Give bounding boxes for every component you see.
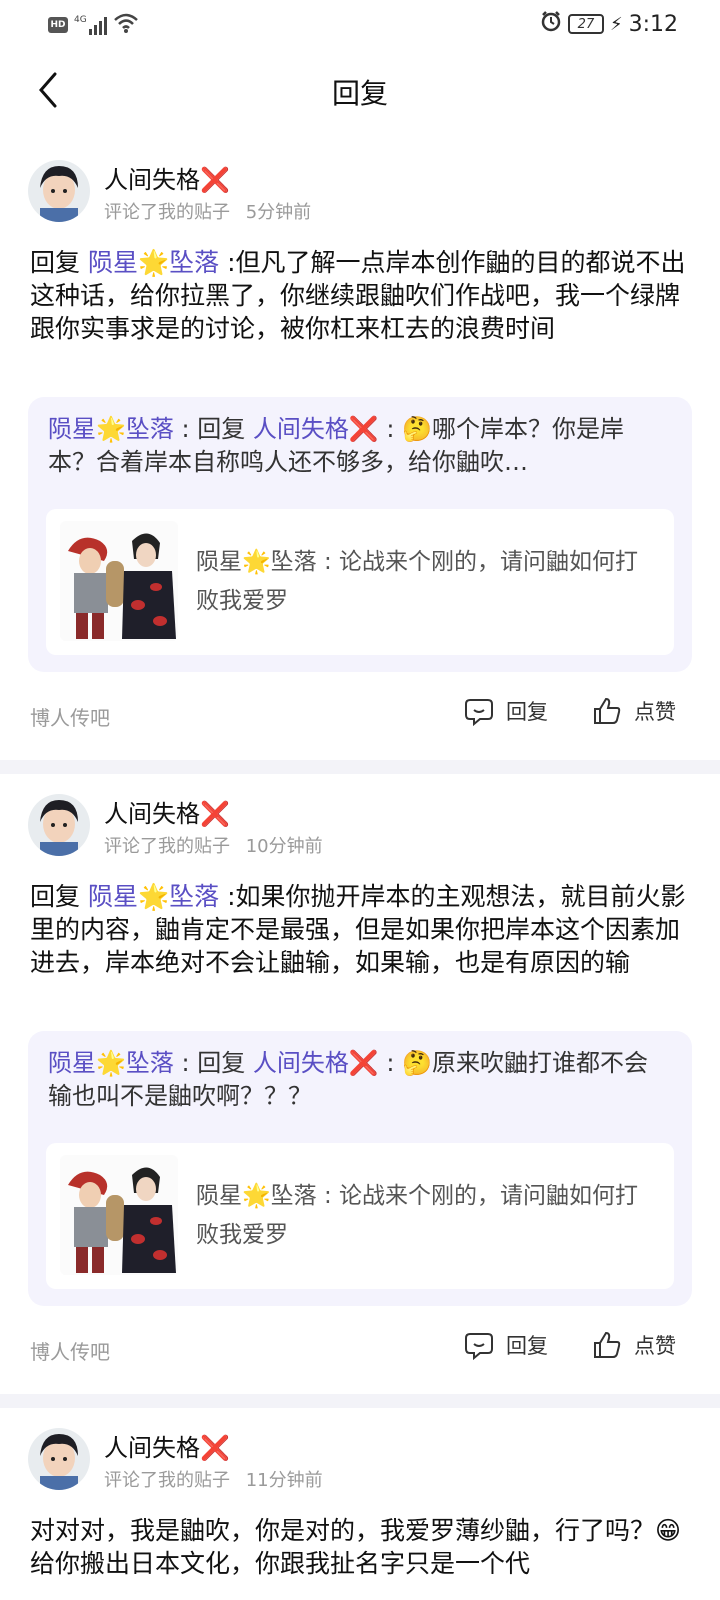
- comment-meta: 评论了我的贴子 10分钟前: [104, 832, 333, 858]
- divider: [0, 760, 720, 774]
- reply-button[interactable]: 回复: [464, 1330, 548, 1360]
- quoted-reply-box[interactable]: 陨星🌟坠落 : 回复 人间失格❌ : 🤔哪个岸本？你是岸本？合着岸本自称鸣人还不…: [28, 397, 692, 672]
- avatar[interactable]: [28, 1428, 90, 1490]
- hd-icon: HD: [48, 17, 68, 33]
- nav-bar: 回复: [0, 58, 720, 122]
- user-name[interactable]: 人间失格❌: [104, 1428, 230, 1463]
- timestamp: 5分钟前: [245, 202, 312, 223]
- like-label: 点赞: [634, 700, 676, 724]
- page-title: 回复: [331, 77, 388, 110]
- like-button[interactable]: 点赞: [592, 696, 676, 726]
- quote-separator: : 回复: [173, 415, 253, 443]
- wifi-icon: [113, 12, 139, 38]
- mention-link[interactable]: 陨星🌟坠落: [88, 248, 219, 277]
- quoted-reply: 陨星🌟坠落 : 回复 人间失格❌ : 🤔原来吹鼬打谁都不会输也叫不是鼬吹啊？？？: [48, 1047, 668, 1113]
- action-text: 评论了我的贴子: [104, 1470, 230, 1491]
- action-text: 评论了我的贴子: [104, 202, 230, 223]
- comment-icon: [465, 699, 493, 726]
- avatar[interactable]: [28, 794, 90, 856]
- original-post-card[interactable]: 陨星🌟坠落 : 论战来个刚的，请问鼬如何打败我爱罗: [46, 1143, 674, 1289]
- post-preview: 陨星🌟坠落 : 论战来个刚的，请问鼬如何打败我爱罗: [196, 1177, 646, 1255]
- quoted-reply: 陨星🌟坠落 : 回复 人间失格❌ : 🤔哪个岸本？你是岸本？合着岸本自称鸣人还不…: [48, 413, 668, 479]
- post-user: 陨星🌟坠落: [196, 549, 317, 575]
- reply-label: 回复: [506, 700, 548, 724]
- alarm-icon: [540, 10, 562, 38]
- divider: [0, 1394, 720, 1408]
- action-text: 评论了我的贴子: [104, 836, 230, 857]
- comment-icon: [465, 1333, 493, 1360]
- quoted-reply-box[interactable]: 陨星🌟坠落 : 回复 人间失格❌ : 🤔原来吹鼬打谁都不会输也叫不是鼬吹啊？？？: [28, 1031, 692, 1306]
- clock: 3:12: [628, 11, 678, 37]
- timestamp: 11分钟前: [245, 1470, 323, 1491]
- status-right: 27 ⚡ 3:12: [540, 10, 678, 38]
- comment-text[interactable]: 回复 陨星🌟坠落 :如果你抛开岸本的主观想法，就目前火影里的内容，鼬肯定不是最强…: [30, 880, 690, 979]
- avatar[interactable]: [28, 160, 90, 222]
- status-left: HD 4G: [48, 12, 139, 38]
- reply-button[interactable]: 回复: [464, 696, 548, 726]
- like-button[interactable]: 点赞: [592, 1330, 676, 1360]
- card-footer: 博人传吧 回复 点赞: [0, 1330, 720, 1370]
- quote-user-link[interactable]: 陨星🌟坠落: [48, 415, 174, 443]
- thumbs-up-icon: [594, 1331, 621, 1358]
- quote-mention-link[interactable]: 人间失格❌: [253, 1049, 379, 1077]
- quote-user-link[interactable]: 陨星🌟坠落: [48, 1049, 174, 1077]
- reply-card: 人间失格❌ 评论了我的贴子 10分钟前 回复 陨星🌟坠落 :如果你抛开岸本的主观…: [0, 774, 720, 1394]
- reply-card: 人间失格❌ 评论了我的贴子 5分钟前 回复 陨星🌟坠落 :但凡了解一点岸本创作鼬…: [0, 140, 720, 760]
- reply-prefix: 回复: [30, 248, 81, 277]
- mention-link[interactable]: 陨星🌟坠落: [88, 882, 219, 911]
- user-name[interactable]: 人间失格❌: [104, 160, 230, 195]
- reply-label: 回复: [506, 1334, 548, 1358]
- battery-icon: 27: [567, 14, 604, 34]
- forum-name[interactable]: 博人传吧: [30, 1336, 110, 1365]
- post-preview: 陨星🌟坠落 : 论战来个刚的，请问鼬如何打败我爱罗: [196, 543, 646, 621]
- like-label: 点赞: [634, 1334, 676, 1358]
- status-bar: HD 4G 27 ⚡ 3:12: [0, 0, 720, 50]
- quote-separator: : 回复: [173, 1049, 253, 1077]
- reply-prefix: 回复: [30, 882, 81, 911]
- user-name[interactable]: 人间失格❌: [104, 794, 230, 829]
- thumbs-up-icon: [594, 697, 621, 724]
- comment-meta: 评论了我的贴子 11分钟前: [104, 1466, 333, 1492]
- signal-icon: 4G: [74, 15, 107, 35]
- reply-card: 人间失格❌ 评论了我的贴子 11分钟前 对对对，我是鼬吹，你是对的，我爱罗薄纱鼬…: [0, 1408, 720, 1600]
- comment-text[interactable]: 回复 陨星🌟坠落 :但凡了解一点岸本创作鼬的目的都说不出这种话，给你拉黑了，你继…: [30, 246, 690, 345]
- quote-mention-link[interactable]: 人间失格❌: [253, 415, 379, 443]
- post-thumbnail: [60, 1155, 178, 1275]
- post-user: 陨星🌟坠落: [196, 1183, 317, 1209]
- comment-meta: 评论了我的贴子 5分钟前: [104, 198, 321, 224]
- charging-icon: ⚡: [609, 13, 623, 35]
- comment-text[interactable]: 对对对，我是鼬吹，你是对的，我爱罗薄纱鼬，行了吗？😁给你搬出日本文化，你跟我扯名…: [30, 1514, 690, 1580]
- timestamp: 10分钟前: [245, 836, 323, 857]
- post-thumbnail: [60, 521, 178, 641]
- card-footer: 博人传吧 回复 点赞: [0, 696, 720, 736]
- original-post-card[interactable]: 陨星🌟坠落 : 论战来个刚的，请问鼬如何打败我爱罗: [46, 509, 674, 655]
- forum-name[interactable]: 博人传吧: [30, 702, 110, 731]
